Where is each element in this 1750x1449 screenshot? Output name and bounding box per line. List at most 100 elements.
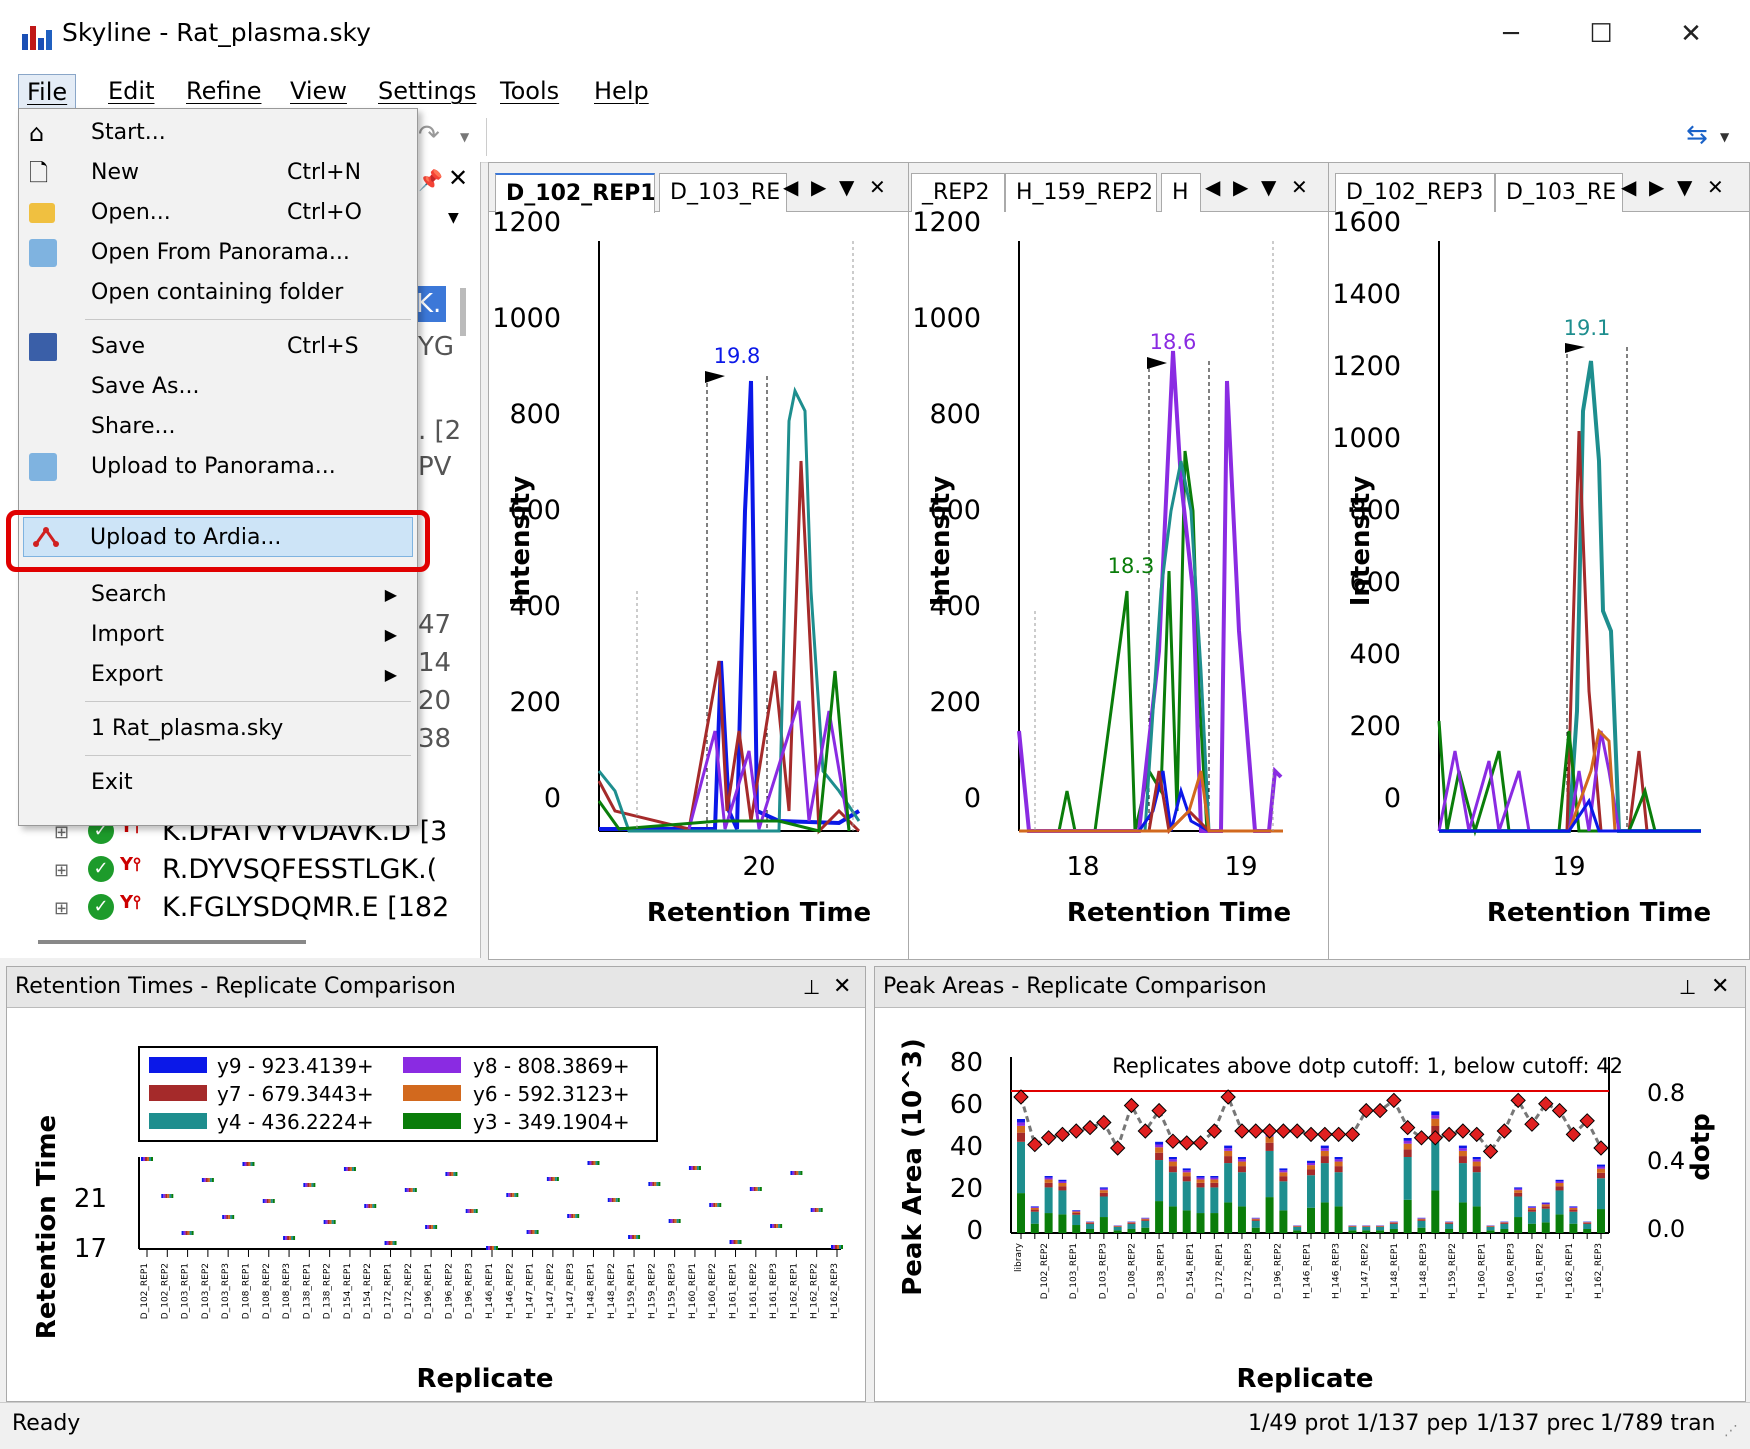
close-button[interactable]: ✕ bbox=[1656, 6, 1726, 62]
expander-icon[interactable]: ⊞ bbox=[54, 860, 69, 881]
pa-bar-segment bbox=[1045, 1213, 1053, 1233]
tab-list-icon[interactable]: ▼ bbox=[1677, 175, 1692, 199]
y-axis-title: Peak Area (10^3) bbox=[898, 1038, 928, 1296]
pin-icon[interactable]: ⊥ bbox=[803, 967, 820, 1007]
pa-bar-segment bbox=[1321, 1151, 1329, 1156]
pa-bar-segment bbox=[1431, 1115, 1439, 1119]
menu-item-recent-file[interactable]: 1 Rat_plasma.sky bbox=[21, 709, 415, 749]
pa-bar-segment bbox=[1045, 1176, 1053, 1178]
menu-settings[interactable]: Settings bbox=[370, 74, 484, 108]
minimize-button[interactable]: ─ bbox=[1476, 6, 1546, 62]
y-tick: 80 bbox=[950, 1048, 983, 1078]
redo-dropdown-icon[interactable]: ▼ bbox=[460, 130, 469, 144]
tree-row[interactable]: ⊞ ✓ Y⫯ K.FGLYSDQMR.E [182 bbox=[54, 890, 474, 930]
tab-scroll-right-icon[interactable]: ▶ bbox=[1649, 175, 1664, 199]
pa-bar-segment bbox=[1500, 1229, 1508, 1233]
tree-hscroll-thumb[interactable] bbox=[38, 940, 306, 944]
tree-close-icon[interactable]: ✕ bbox=[448, 164, 468, 192]
tab-scroll-left-icon[interactable]: ◀ bbox=[1205, 175, 1220, 199]
pa-bar-segment bbox=[1127, 1224, 1135, 1229]
tab-h-clipped[interactable]: H bbox=[1161, 173, 1201, 212]
tab-list-icon[interactable]: ▼ bbox=[839, 175, 854, 199]
redo-icon[interactable]: ↷ bbox=[418, 120, 440, 150]
pa-bar-segment bbox=[1072, 1211, 1080, 1212]
tab-scroll-left-icon[interactable]: ◀ bbox=[783, 175, 798, 199]
menu-item-import[interactable]: Import ▶ bbox=[21, 615, 415, 655]
dotp-marker bbox=[1318, 1127, 1332, 1141]
x-tick-label: H_161_REP3 bbox=[769, 1263, 779, 1319]
connect-dropdown-icon[interactable]: ▼ bbox=[1720, 130, 1729, 144]
tree-dropdown-icon[interactable]: ▼ bbox=[448, 210, 459, 226]
rt-mark bbox=[699, 1166, 701, 1170]
rt-mark bbox=[547, 1177, 549, 1181]
menu-item-save[interactable]: Save Ctrl+S bbox=[21, 327, 415, 367]
pin-icon[interactable]: ⊥ bbox=[1679, 967, 1696, 1007]
pa-bar-segment bbox=[1238, 1162, 1246, 1167]
menu-refine[interactable]: Refine bbox=[178, 74, 269, 108]
x-tick-label: H_148_REP1 bbox=[1390, 1243, 1400, 1299]
tab-scroll-right-icon[interactable]: ▶ bbox=[811, 175, 826, 199]
tab-close-icon[interactable]: ✕ bbox=[869, 175, 886, 199]
pa-bar-segment bbox=[1376, 1226, 1384, 1227]
tab-d-102-rep1[interactable]: D_102_REP1 bbox=[495, 173, 655, 213]
panel-close-icon[interactable]: ✕ bbox=[1711, 967, 1729, 1007]
menu-file[interactable]: File bbox=[18, 74, 76, 110]
tab-close-icon[interactable]: ✕ bbox=[1707, 175, 1724, 199]
tab-d-102-rep3[interactable]: D_102_REP3 bbox=[1335, 173, 1495, 212]
selected-peptide-fragment[interactable]: K. bbox=[416, 286, 446, 322]
menu-edit[interactable]: Edit bbox=[100, 74, 162, 108]
tab-scroll-right-icon[interactable]: ▶ bbox=[1233, 175, 1248, 199]
menu-help[interactable]: Help bbox=[586, 74, 657, 108]
rt-mark bbox=[752, 1187, 754, 1191]
y-tick: 1200 bbox=[912, 211, 981, 238]
y-tick: 60 bbox=[950, 1090, 983, 1120]
pa-bar-segment bbox=[1417, 1220, 1425, 1221]
tree-vscroll-thumb[interactable] bbox=[460, 288, 466, 336]
rt-mark bbox=[610, 1198, 612, 1202]
rt-mark bbox=[695, 1166, 697, 1170]
dotp-marker bbox=[1249, 1124, 1263, 1138]
pa-bar-segment bbox=[1473, 1162, 1481, 1167]
menu-item-share[interactable]: Share... bbox=[21, 407, 415, 447]
pa-bar-segment bbox=[1031, 1212, 1039, 1224]
toolbar-separator bbox=[486, 118, 487, 156]
menu-item-start[interactable]: ⌂ Start... bbox=[21, 113, 415, 153]
tree-row[interactable]: ⊞ ✓ Y⫯ R.DYVSQFESSTLGK.( bbox=[54, 852, 474, 892]
tab-list-icon[interactable]: ▼ bbox=[1261, 175, 1276, 199]
rt-mark bbox=[204, 1178, 206, 1182]
panel-close-icon[interactable]: ✕ bbox=[833, 967, 851, 1007]
tab-close-icon[interactable]: ✕ bbox=[1291, 175, 1308, 199]
tab-d-103-re[interactable]: D_103_RE bbox=[1495, 173, 1623, 212]
tab-scroll-left-icon[interactable]: ◀ bbox=[1621, 175, 1636, 199]
menu-tools[interactable]: Tools bbox=[492, 74, 567, 108]
resize-grip-icon[interactable]: ⋰ bbox=[1724, 1423, 1738, 1439]
legend-label: y7 - 679.3443+ bbox=[217, 1082, 374, 1106]
tab-d-103-re[interactable]: D_103_RE bbox=[659, 173, 787, 212]
rt-mark bbox=[833, 1245, 835, 1249]
rt-mark bbox=[455, 1172, 457, 1176]
tab-h-159-rep2[interactable]: H_159_REP2 bbox=[1005, 173, 1157, 212]
dotp-marker bbox=[1124, 1099, 1138, 1113]
pin-icon[interactable]: 📌 bbox=[418, 168, 443, 192]
rt-mark bbox=[313, 1183, 315, 1187]
rt-mark bbox=[226, 1215, 228, 1219]
menu-item-open-containing-folder[interactable]: Open containing folder bbox=[21, 273, 415, 313]
rt-mark bbox=[675, 1219, 677, 1223]
menu-item-new[interactable]: 🗋 New Ctrl+N bbox=[21, 153, 415, 193]
menu-item-export[interactable]: Export ▶ bbox=[21, 655, 415, 695]
menu-item-open-from-panorama[interactable]: Open From Panorama... bbox=[21, 233, 415, 273]
rt-mark bbox=[794, 1171, 796, 1175]
menu-view[interactable]: View bbox=[282, 74, 355, 108]
tab-rep2[interactable]: _REP2 bbox=[911, 173, 1005, 212]
connect-icon[interactable]: ⇆ bbox=[1686, 120, 1708, 150]
menu-item-exit[interactable]: Exit bbox=[21, 763, 415, 803]
menu-item-search[interactable]: Search ▶ bbox=[21, 575, 415, 615]
menu-item-upload-to-panorama[interactable]: Upload to Panorama... bbox=[21, 447, 415, 487]
rt-mark bbox=[387, 1241, 389, 1245]
maximize-button[interactable]: ☐ bbox=[1566, 6, 1636, 62]
menu-item-open[interactable]: Open... Ctrl+O bbox=[21, 193, 415, 233]
menu-item-save-as[interactable]: Save As... bbox=[21, 367, 415, 407]
pa-bar-segment bbox=[1058, 1214, 1066, 1233]
x-tick-label: D_196_REP1 bbox=[424, 1263, 434, 1319]
expander-icon[interactable]: ⊞ bbox=[54, 898, 69, 919]
